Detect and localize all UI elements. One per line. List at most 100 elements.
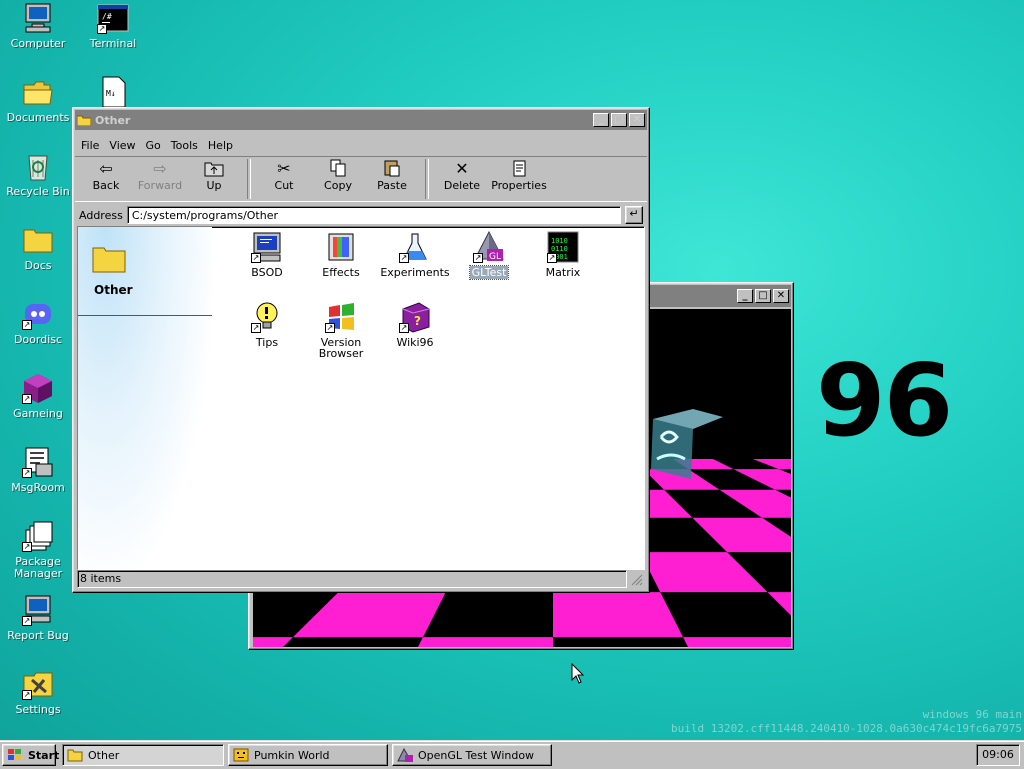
desktop-icon-terminal[interactable]: /# ↗ Terminal [75, 2, 151, 50]
taskbar-button-other[interactable]: Other [62, 744, 224, 766]
folder-icon [22, 224, 54, 256]
folder-open-icon [22, 76, 54, 108]
desktop-icon-report-bug[interactable]: ↗ Report Bug [0, 594, 76, 642]
status-bar: 8 items [77, 570, 643, 588]
menu-view[interactable]: View [109, 139, 135, 152]
desktop-icon-documents[interactable]: Documents [0, 76, 76, 124]
desktop-icon-computer[interactable]: Computer [0, 2, 76, 50]
toolbar-separator [425, 159, 429, 199]
bsod-icon: ↗ [251, 231, 283, 263]
file-label: Version Browser [318, 336, 364, 360]
explorer-window[interactable]: Other _ □ ✕ File View Go Tools Help ⇦ Ba… [72, 107, 650, 593]
menu-go[interactable]: Go [146, 139, 161, 152]
cube-icon: ↗ [22, 372, 54, 404]
desktop-icon-label: Package Manager [13, 555, 63, 580]
back-button[interactable]: ⇦ Back [79, 157, 133, 192]
file-item-experiments[interactable]: ↗ Experiments [380, 231, 450, 278]
properties-label: Properties [491, 179, 547, 192]
checker-tile [753, 459, 791, 470]
panel-divider [78, 315, 212, 316]
desktop-icon-label: Computer [10, 37, 66, 50]
file-item-wiki96[interactable]: ? ↗ Wiki96 [380, 301, 450, 348]
shortcut-arrow-icon: ↗ [251, 323, 261, 333]
desktop-icon-label: Settings [15, 703, 61, 716]
desktop-icon-label: Report Bug [7, 629, 69, 642]
file-item-version-browser[interactable]: ↗ Version Browser [306, 301, 376, 359]
close-button[interactable]: ✕ [773, 289, 789, 303]
taskbar-button-label: OpenGL Test Window [418, 748, 535, 762]
svg-text:0110: 0110 [551, 245, 568, 253]
file-item-bsod[interactable]: ↗ BSOD [232, 231, 302, 278]
file-item-effects[interactable]: Effects [306, 231, 376, 278]
desktop-icon-label: Docs [24, 259, 52, 272]
checker-tile [553, 592, 684, 638]
menu-file[interactable]: File [81, 139, 99, 152]
system-clock[interactable]: 09:06 [976, 744, 1020, 766]
file-item-matrix[interactable]: 1010 0110 1001 ↗ Matrix [528, 231, 598, 278]
menu-help[interactable]: Help [208, 139, 233, 152]
package-icon: ↗ [22, 520, 54, 552]
checker-tile [683, 637, 791, 647]
windows-flag-icon: ↗ [325, 301, 357, 333]
desktop-icon-docs[interactable]: Docs [0, 224, 76, 272]
desktop-big-96: 96 [816, 342, 953, 459]
taskbar-button-label: Other [88, 748, 120, 762]
delete-button[interactable]: ✕ Delete [435, 157, 489, 192]
arrow-right-icon: ⇨ [153, 159, 167, 178]
shortcut-arrow-icon: ↗ [22, 468, 32, 478]
minimize-button[interactable]: _ [593, 113, 609, 127]
maximize-button[interactable]: □ [611, 113, 627, 127]
address-bar: Address C:/system/programs/Other ↵ [75, 204, 647, 226]
checker-tile [733, 469, 791, 490]
go-button[interactable]: ↵ [625, 206, 643, 224]
file-label: BSOD [251, 266, 283, 279]
folder-content-view[interactable]: Other ↗ BSOD Effects ↗ Experiments GL ↗ … [77, 226, 645, 570]
windows-logo-icon [7, 748, 23, 762]
matrix-icon: 1010 0110 1001 ↗ [547, 231, 579, 263]
properties-button[interactable]: Properties [489, 157, 549, 192]
file-label: Effects [322, 266, 360, 279]
desktop-icon-settings[interactable]: ↗ Settings [0, 668, 76, 716]
desktop-icon-recycle-bin[interactable]: Recycle Bin [0, 150, 76, 198]
taskbar-button-opengl-test[interactable]: OpenGL Test Window [392, 744, 552, 766]
flask-icon: ↗ [399, 231, 431, 263]
watermark-line-2: build 13202.cff11448.240410-1028.0a630c4… [671, 722, 1022, 735]
desktop-icon-label: MsgRoom [11, 481, 65, 494]
desktop-icon-package-manager[interactable]: ↗ Package Manager [0, 520, 76, 580]
taskbar-button-pumkin-world[interactable]: Pumkin World [228, 744, 388, 766]
status-item-count: 8 items [77, 570, 627, 588]
shortcut-arrow-icon: ↗ [22, 616, 32, 626]
menu-tools[interactable]: Tools [171, 139, 198, 152]
close-button[interactable]: ✕ [629, 113, 645, 127]
desktop-icon-doordisc[interactable]: ↗ Doordisc [0, 298, 76, 346]
start-button[interactable]: Start [2, 744, 59, 766]
paste-button[interactable]: Paste [365, 157, 419, 192]
file-item-tips[interactable]: ↗ Tips [232, 301, 302, 348]
folder-large-icon [92, 245, 126, 273]
desktop-icon-label: Terminal [89, 37, 137, 50]
maximize-button[interactable]: □ [755, 289, 771, 303]
taskbar: Start Other Pumkin World OpenGL Test Win… [0, 740, 1024, 769]
desktop-icon-label: Documents [6, 111, 70, 124]
checker-tile [640, 552, 768, 593]
gltest-icon [397, 747, 413, 762]
explorer-titlebar[interactable]: Other _ □ ✕ [75, 110, 647, 130]
file-label: Tips [255, 336, 279, 349]
checker-tile [719, 489, 791, 518]
up-button[interactable]: Up [187, 157, 241, 192]
copy-button[interactable]: Copy [311, 157, 365, 192]
folder-icon [76, 115, 92, 126]
minimize-button[interactable]: _ [737, 289, 753, 303]
resize-grip-icon[interactable] [629, 572, 643, 586]
forward-button[interactable]: ⇨ Forward [133, 157, 187, 192]
paste-label: Paste [377, 179, 407, 192]
up-label: Up [206, 179, 222, 192]
desktop-icon-msgroom[interactable]: ↗ MsgRoom [0, 446, 76, 494]
address-input[interactable]: C:/system/programs/Other [126, 206, 621, 224]
lightbulb-icon: ↗ [251, 301, 283, 333]
checker-tile [292, 592, 446, 638]
cut-button[interactable]: ✂ Cut [257, 157, 311, 192]
file-item-gltest[interactable]: GL ↗ GLTest [454, 230, 524, 280]
address-label: Address [79, 208, 123, 222]
desktop-icon-gameing[interactable]: ↗ Gameing [0, 372, 76, 420]
